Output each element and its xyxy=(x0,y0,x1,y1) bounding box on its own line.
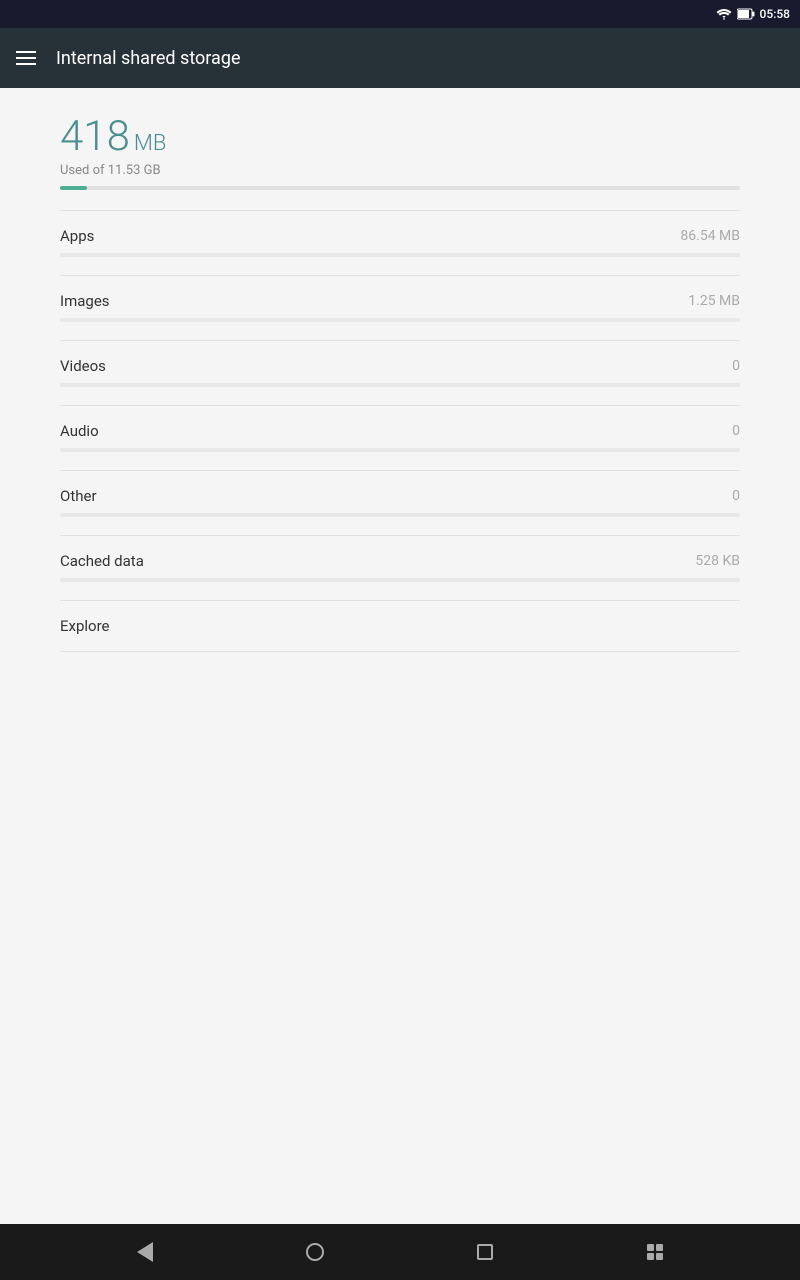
apps-bar xyxy=(60,253,740,257)
storage-progress-fill xyxy=(60,186,87,190)
wifi-icon xyxy=(716,8,732,20)
audio-label: Audio xyxy=(60,422,99,440)
storage-item-explore[interactable]: Explore xyxy=(60,601,740,651)
back-button[interactable] xyxy=(121,1228,169,1276)
apps-value: 86.54 MB xyxy=(680,228,740,244)
back-icon xyxy=(137,1242,153,1262)
app-bar-title: Internal shared storage xyxy=(56,48,241,69)
storage-progress-bar xyxy=(60,186,740,190)
storage-used-text: Used of 11.53 GB xyxy=(60,163,740,178)
storage-item-apps[interactable]: Apps 86.54 MB xyxy=(60,211,740,275)
cached-label: Cached data xyxy=(60,552,144,570)
storage-item-other[interactable]: Other 0 xyxy=(60,471,740,535)
images-value: 1.25 MB xyxy=(688,293,740,309)
storage-header: 418 MB Used of 11.53 GB xyxy=(60,112,740,190)
videos-bar xyxy=(60,383,740,387)
status-time: 05:58 xyxy=(760,7,790,21)
grid-button[interactable] xyxy=(631,1228,679,1276)
storage-item-audio[interactable]: Audio 0 xyxy=(60,406,740,470)
home-button[interactable] xyxy=(291,1228,339,1276)
menu-button[interactable] xyxy=(16,51,36,65)
battery-icon xyxy=(737,8,755,20)
divider-7 xyxy=(60,651,740,652)
grid-icon xyxy=(647,1244,663,1260)
app-bar: Internal shared storage xyxy=(0,28,800,88)
home-icon xyxy=(306,1243,324,1261)
videos-value: 0 xyxy=(732,358,740,374)
explore-label: Explore xyxy=(60,617,110,635)
status-icons: 05:58 xyxy=(716,7,790,21)
videos-label: Videos xyxy=(60,357,106,375)
images-bar xyxy=(60,318,740,322)
images-label: Images xyxy=(60,292,110,310)
other-value: 0 xyxy=(732,488,740,504)
storage-number: 418 xyxy=(60,112,130,161)
storage-unit: MB xyxy=(134,131,167,156)
cached-bar xyxy=(60,578,740,582)
storage-item-images[interactable]: Images 1.25 MB xyxy=(60,276,740,340)
storage-item-videos[interactable]: Videos 0 xyxy=(60,341,740,405)
apps-label: Apps xyxy=(60,227,94,245)
other-bar xyxy=(60,513,740,517)
cached-value: 528 KB xyxy=(695,553,740,569)
other-label: Other xyxy=(60,487,97,505)
nav-bar xyxy=(0,1224,800,1280)
storage-size: 418 MB xyxy=(60,112,740,161)
status-bar: 05:58 xyxy=(0,0,800,28)
audio-value: 0 xyxy=(732,423,740,439)
main-content: 418 MB Used of 11.53 GB Apps 86.54 MB Im… xyxy=(0,88,800,1224)
recents-button[interactable] xyxy=(461,1228,509,1276)
storage-items-list: Apps 86.54 MB Images 1.25 MB Videos 0 xyxy=(60,211,740,652)
storage-item-cached[interactable]: Cached data 528 KB xyxy=(60,536,740,600)
recents-icon xyxy=(477,1244,493,1260)
audio-bar xyxy=(60,448,740,452)
